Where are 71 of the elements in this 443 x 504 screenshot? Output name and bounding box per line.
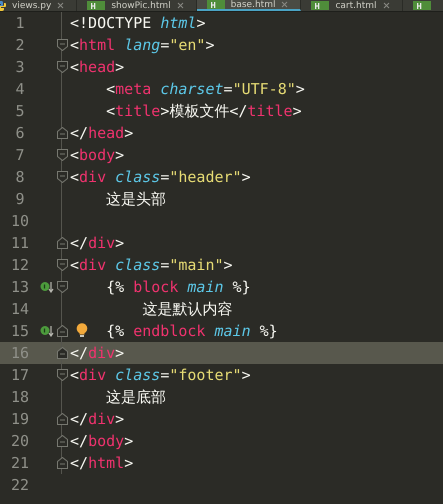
line-number: 9 xyxy=(14,190,26,208)
fold-icon[interactable] xyxy=(56,127,68,139)
line-number: 18 xyxy=(10,388,30,406)
line-number: 19 xyxy=(10,410,30,428)
line-number: 20 xyxy=(10,432,30,450)
fold-icon[interactable] xyxy=(56,347,68,359)
code-line: 这是默认内容 xyxy=(142,300,232,318)
fold-icon[interactable] xyxy=(56,171,68,183)
html-file-icon xyxy=(412,1,431,10)
fold-icon[interactable] xyxy=(56,457,68,469)
code-line: <div class="footer"> xyxy=(70,366,251,384)
line-number: 10 xyxy=(10,212,30,230)
code-line: {% endblock main %} xyxy=(106,322,278,340)
line-number: 8 xyxy=(14,168,26,186)
override-icon[interactable] xyxy=(40,325,54,337)
code-line: </div> xyxy=(70,344,124,362)
code-line: <head> xyxy=(70,58,124,76)
code-line: 这是头部 xyxy=(106,190,166,208)
code-line: <body> xyxy=(70,146,124,164)
fold-icon[interactable] xyxy=(56,369,68,381)
line-number: 2 xyxy=(14,36,26,54)
line-number: 4 xyxy=(14,80,26,98)
code-line: <div class="header"> xyxy=(70,168,251,186)
line-number: 11 xyxy=(10,234,30,252)
close-icon[interactable] xyxy=(57,2,64,9)
fold-icon[interactable] xyxy=(56,435,68,447)
line-number: 5 xyxy=(14,102,26,120)
line-number: 22 xyxy=(10,476,30,494)
line-number: 1 xyxy=(14,14,26,32)
code-line: </head> xyxy=(70,124,134,142)
close-icon[interactable] xyxy=(176,2,184,9)
close-icon[interactable] xyxy=(281,1,288,8)
html-file-icon xyxy=(311,1,330,10)
code-line: </body> xyxy=(70,432,134,450)
fold-icon[interactable] xyxy=(56,149,68,161)
file-tab[interactable]: base.html xyxy=(196,0,302,11)
file-tab[interactable]: views.py xyxy=(0,0,78,11)
code-line: <div class="main"> xyxy=(70,256,233,274)
code-line: 这是底部 xyxy=(106,388,166,406)
line-number: 17 xyxy=(10,366,30,384)
override-icon[interactable] xyxy=(40,281,54,293)
html-file-icon xyxy=(87,1,106,10)
line-number: 13 xyxy=(10,278,30,296)
fold-icon[interactable] xyxy=(56,237,68,249)
file-tab[interactable]: cart.html xyxy=(301,0,403,11)
code-line: <title>模板文件</title> xyxy=(106,102,302,120)
line-number: 14 xyxy=(10,300,30,318)
line-number: 16 xyxy=(10,344,30,362)
line-number: 12 xyxy=(10,256,30,274)
fold-icon[interactable] xyxy=(56,281,68,293)
fold-icon[interactable] xyxy=(56,325,68,337)
code-line: </html> xyxy=(70,454,134,472)
code-line: </div> xyxy=(70,410,124,428)
fold-icon[interactable] xyxy=(56,61,68,73)
line-number: 15 xyxy=(10,322,30,340)
code-line: <!DOCTYPE html> xyxy=(70,14,206,32)
code-line: <meta charset="UTF-8"> xyxy=(106,80,305,98)
line-number: 21 xyxy=(10,454,30,472)
line-number: 7 xyxy=(14,146,26,164)
lightbulb-icon[interactable] xyxy=(76,323,88,338)
fold-icon[interactable] xyxy=(56,39,68,51)
html-file-icon xyxy=(206,0,225,9)
code-line: <html lang="en"> xyxy=(70,36,214,54)
code-line: {% block main %} xyxy=(106,278,251,296)
fold-icon[interactable] xyxy=(56,413,68,425)
line-number: 3 xyxy=(14,58,26,76)
fold-icon[interactable] xyxy=(56,259,68,271)
line-number: 6 xyxy=(14,124,26,142)
file-tab[interactable]: showPic.html xyxy=(77,0,197,11)
close-icon[interactable] xyxy=(382,2,390,9)
code-line: </div> xyxy=(70,234,124,252)
